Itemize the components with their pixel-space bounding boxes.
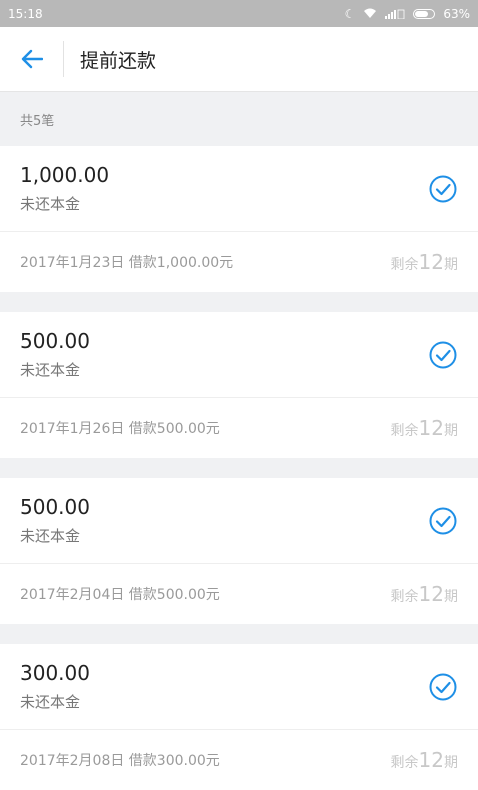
loan-amount: 300.00	[20, 661, 90, 685]
loan-amount-block: 300.00 未还本金	[20, 661, 90, 712]
remain-prefix: 剩余	[390, 257, 419, 273]
loan-description: 2017年1月23日 借款1,000.00元	[20, 255, 234, 271]
remain-suffix: 期	[444, 257, 458, 273]
remain-num: 12	[418, 416, 444, 440]
arrow-left-icon	[21, 49, 43, 69]
status-icons: ☾ 63%	[345, 7, 470, 21]
loan-card[interactable]: 500.00 未还本金 2017年1月26日 借款500.00元 剩余12期	[0, 312, 478, 458]
remain-suffix: 期	[444, 589, 458, 605]
loan-card[interactable]: 1,000.00 未还本金 2017年1月23日 借款1,000.00元 剩余1…	[0, 146, 478, 292]
status-bar: 15:18 ☾ 63%	[0, 0, 478, 27]
loan-amount-label: 未还本金	[20, 693, 81, 711]
status-time: 15:18	[8, 6, 43, 21]
loan-card-bottom: 2017年2月08日 借款300.00元 剩余12期	[0, 730, 478, 790]
check-circle-icon[interactable]	[428, 672, 458, 702]
loan-card-bottom: 2017年2月04日 借款500.00元 剩余12期	[0, 564, 478, 624]
loan-count: 共5笔	[20, 113, 55, 129]
loan-amount: 500.00	[20, 329, 90, 353]
loan-amount: 1,000.00	[20, 163, 110, 187]
battery-icon	[413, 8, 436, 19]
loan-card[interactable]: 500.00 未还本金 2017年2月04日 借款500.00元 剩余12期	[0, 478, 478, 624]
loan-card-top: 500.00 未还本金	[0, 478, 478, 564]
check-circle-icon[interactable]	[428, 174, 458, 204]
moon-icon: ☾	[344, 6, 356, 21]
loan-description: 2017年1月26日 借款500.00元	[20, 421, 220, 437]
remain-prefix: 剩余	[390, 755, 419, 771]
loan-amount: 500.00	[20, 495, 90, 519]
remain-num: 12	[418, 748, 444, 772]
loan-description: 2017年2月08日 借款300.00元	[20, 753, 220, 769]
loan-remaining: 剩余12期	[391, 250, 458, 274]
loan-amount-label: 未还本金	[20, 195, 81, 213]
loan-card-top: 1,000.00 未还本金	[0, 146, 478, 232]
remain-prefix: 剩余	[390, 589, 419, 605]
remain-prefix: 剩余	[390, 423, 419, 439]
loan-amount-label: 未还本金	[20, 361, 81, 379]
remain-num: 12	[418, 582, 444, 606]
loan-card-bottom: 2017年1月23日 借款1,000.00元 剩余12期	[0, 232, 478, 292]
loan-amount-block: 500.00 未还本金	[20, 329, 90, 380]
remain-suffix: 期	[444, 755, 458, 771]
battery-percent: 63%	[443, 6, 470, 21]
loan-remaining: 剩余12期	[391, 582, 458, 606]
signal-icon	[385, 9, 405, 19]
loan-card-bottom: 2017年1月26日 借款500.00元 剩余12期	[0, 398, 478, 458]
page-title: 提前还款	[80, 49, 157, 72]
loan-card[interactable]: 300.00 未还本金 2017年2月08日 借款300.00元 剩余12期	[0, 644, 478, 790]
loan-card-top: 500.00 未还本金	[0, 312, 478, 398]
loan-amount-block: 500.00 未还本金	[20, 495, 90, 546]
check-circle-icon[interactable]	[428, 340, 458, 370]
check-circle-icon[interactable]	[428, 506, 458, 536]
remain-num: 12	[418, 250, 444, 274]
header: 提前还款	[0, 27, 478, 92]
loan-remaining: 剩余12期	[391, 748, 458, 772]
loan-remaining: 剩余12期	[391, 416, 458, 440]
back-button[interactable]	[0, 27, 64, 91]
loan-list: 1,000.00 未还本金 2017年1月23日 借款1,000.00元 剩余1…	[0, 146, 478, 790]
wifi-icon	[364, 8, 377, 18]
loan-amount-block: 1,000.00 未还本金	[20, 163, 109, 214]
loan-amount-label: 未还本金	[20, 527, 81, 545]
loan-card-top: 300.00 未还本金	[0, 644, 478, 730]
remain-suffix: 期	[444, 423, 458, 439]
loan-description: 2017年2月04日 借款500.00元	[20, 587, 220, 603]
